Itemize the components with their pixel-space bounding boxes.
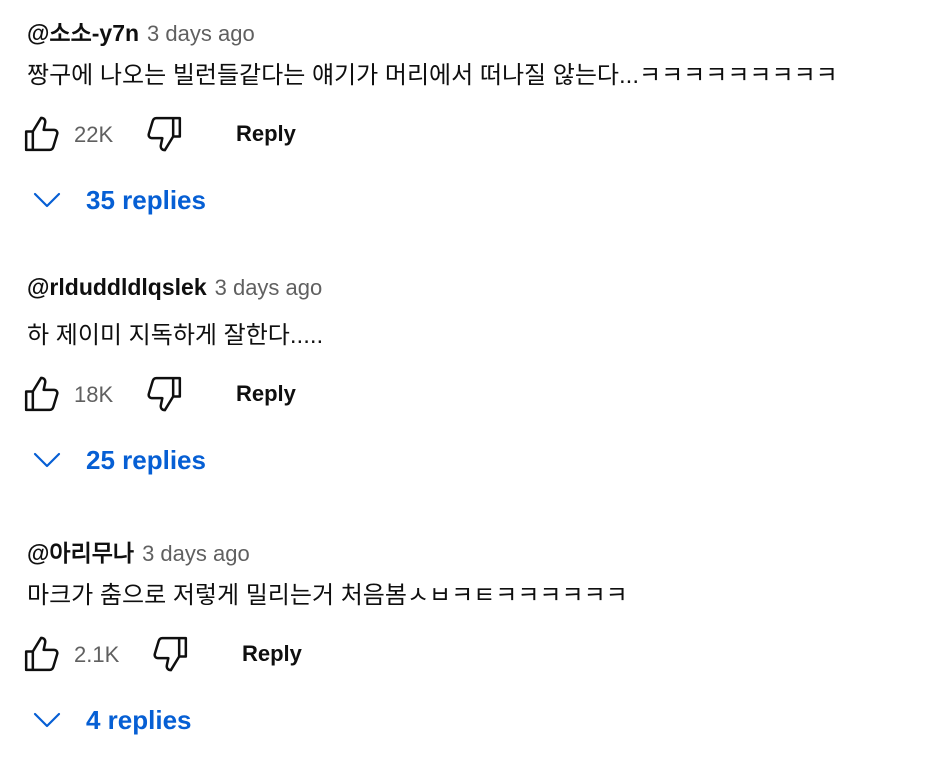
- thumbs-up-icon: [24, 636, 59, 672]
- comment-header: @소소-y7n 3 days ago: [27, 14, 255, 46]
- comment-header: @아리무나 3 days ago: [27, 534, 250, 566]
- view-replies-button[interactable]: 35 replies: [32, 180, 206, 220]
- thumbs-down-icon: [147, 116, 182, 152]
- comment-thread: @아리무나 3 days ago 마크가 춤으로 저렇게 밀리는거 처음봄ㅅㅂㅋ…: [0, 520, 944, 772]
- comment-text: 하 제이미 지독하게 잘한다.....: [27, 322, 324, 349]
- replies-count-label: 35 replies: [86, 184, 206, 215]
- replies-count-label: 4 replies: [86, 704, 192, 735]
- dislike-button[interactable]: [150, 634, 190, 674]
- like-button[interactable]: [22, 634, 62, 674]
- comment-author[interactable]: @아리무나: [27, 534, 134, 568]
- like-button[interactable]: [22, 374, 62, 414]
- comment-thread: @소소-y7n 3 days ago 짱구에 나오는 빌런들같다는 얘기가 머리…: [0, 0, 944, 260]
- chevron-down-icon: [33, 192, 61, 208]
- dislike-button[interactable]: [144, 114, 184, 154]
- reply-button[interactable]: Reply: [242, 641, 302, 667]
- comment-author[interactable]: @rlduddldlqslek: [27, 274, 207, 301]
- comment-timestamp[interactable]: 3 days ago: [147, 21, 255, 47]
- replies-count-label: 25 replies: [86, 444, 206, 475]
- view-replies-button[interactable]: 4 replies: [32, 700, 192, 740]
- comment-actions: 2.1K Reply: [22, 630, 722, 678]
- thumbs-down-icon: [153, 636, 188, 672]
- comment-header: @rlduddldlqslek 3 days ago: [27, 274, 322, 302]
- thumbs-up-icon: [24, 116, 59, 152]
- thumbs-down-icon: [147, 376, 182, 412]
- dislike-button[interactable]: [144, 374, 184, 414]
- reply-button[interactable]: Reply: [236, 121, 296, 147]
- view-replies-button[interactable]: 25 replies: [32, 440, 206, 480]
- comment-actions: 18K Reply: [22, 370, 722, 418]
- like-count: 2.1K: [74, 642, 120, 667]
- like-button[interactable]: [22, 114, 62, 154]
- comment-thread: @rlduddldlqslek 3 days ago 하 제이미 지독하게 잘한…: [0, 260, 944, 520]
- reply-button[interactable]: Reply: [236, 381, 296, 407]
- comment-timestamp[interactable]: 3 days ago: [142, 541, 250, 567]
- comment-author[interactable]: @소소-y7n: [27, 14, 139, 48]
- chevron-down-icon: [33, 452, 61, 468]
- comment-text: 마크가 춤으로 저렇게 밀리는거 처음봄ㅅㅂㅋㅌㅋㅋㅋㅋㅋㅋ: [27, 582, 628, 609]
- comment-actions: 22K Reply: [22, 110, 722, 158]
- comment-timestamp[interactable]: 3 days ago: [215, 275, 323, 301]
- like-count: 22K: [74, 122, 114, 147]
- thumbs-up-icon: [24, 376, 59, 412]
- chevron-down-icon: [33, 712, 61, 728]
- like-count: 18K: [74, 382, 114, 407]
- comment-text: 짱구에 나오는 빌런들같다는 얘기가 머리에서 떠나질 않는다...ㅋㅋㅋㅋㅋㅋ…: [27, 62, 838, 89]
